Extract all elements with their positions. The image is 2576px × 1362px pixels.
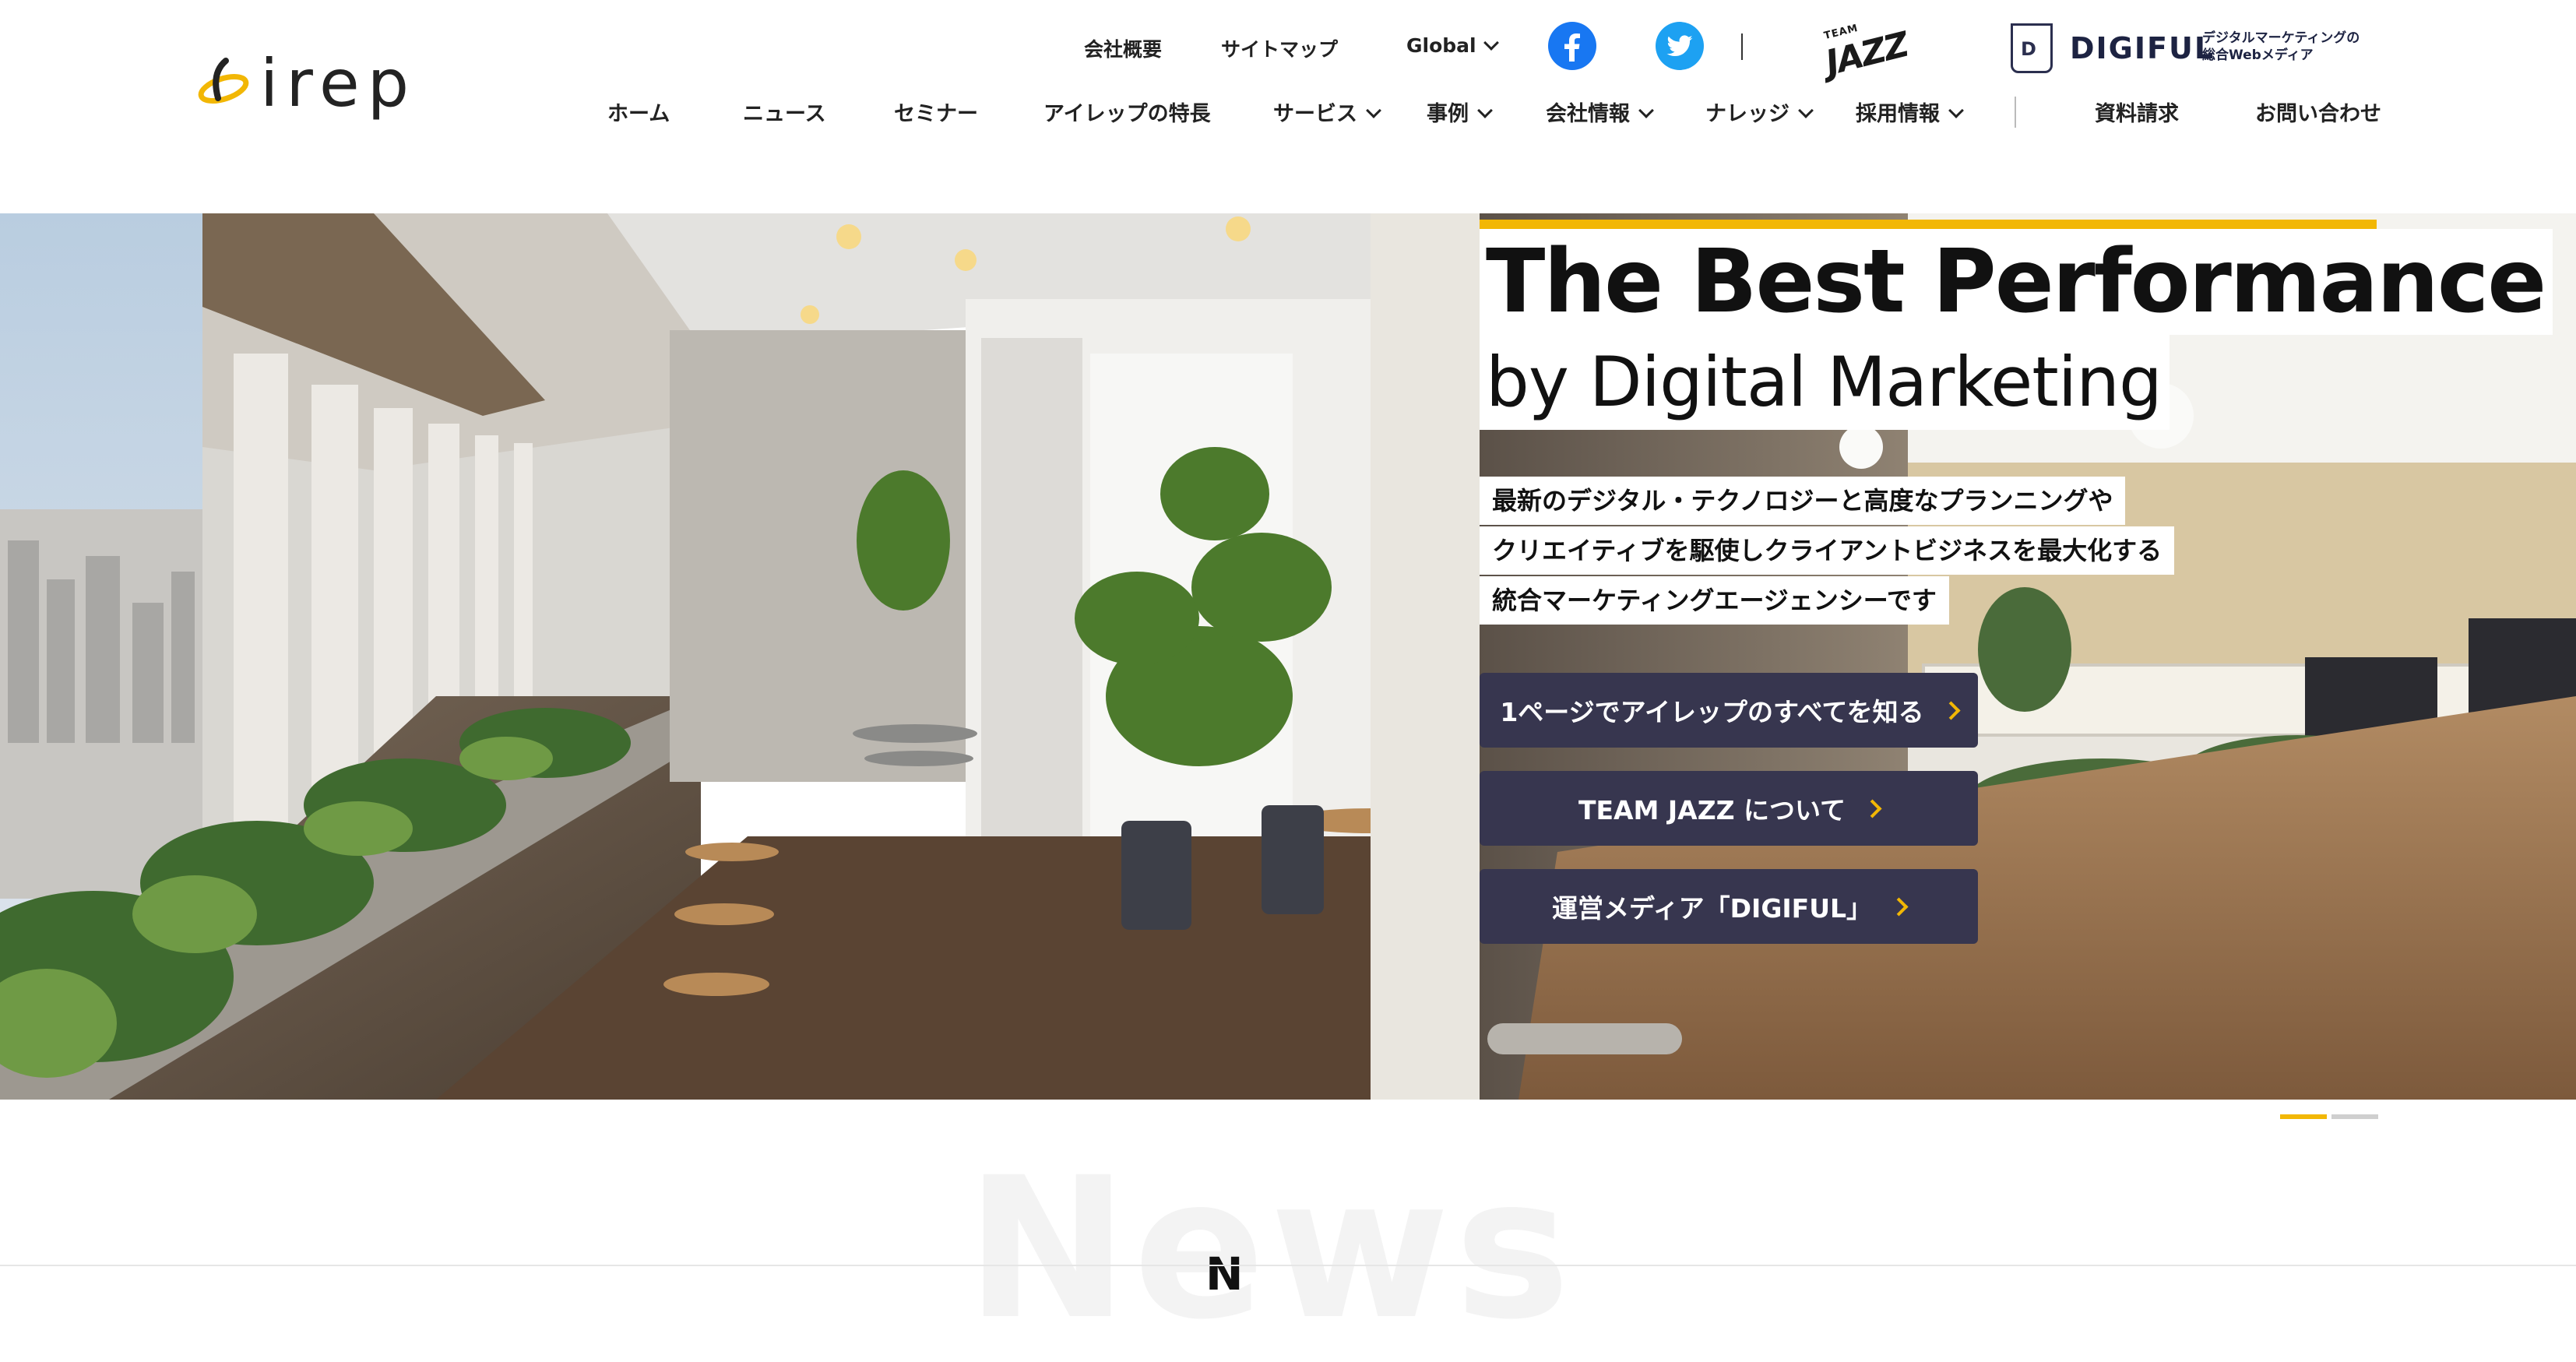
cta-digiful-label: 運営メディア「DIGIFUL」: [1551, 893, 1873, 924]
global-label: Global: [1406, 34, 1476, 57]
hero-headline: The Best Performance: [1480, 229, 2553, 335]
hero-subheadline: by Digital Marketing: [1480, 335, 2170, 430]
nav-item-home[interactable]: ホーム: [607, 97, 670, 127]
hero-lead-line-3: 統合マーケティングエージェンシーです: [1480, 576, 1949, 625]
chevron-right-icon: [1863, 798, 1882, 818]
nav-divider: [2015, 97, 2016, 128]
nav-label-knowledge: ナレッジ: [1705, 102, 1789, 126]
headline-accent-bar: [1480, 220, 2377, 229]
digiful-tagline-1: デジタルマーケティングの: [2202, 30, 2360, 46]
facebook-icon[interactable]: [1548, 22, 1596, 70]
cta-digiful-button[interactable]: 運営メディア「DIGIFUL」: [1480, 869, 1978, 944]
chevron-down-icon: [1638, 103, 1654, 118]
nav-item-features[interactable]: アイレップの特長: [1043, 97, 1211, 127]
chevron-down-icon: [1366, 103, 1381, 118]
util-link-sitemap[interactable]: サイトマップ: [1221, 34, 1338, 62]
util-link-company[interactable]: 会社概要: [1084, 34, 1162, 62]
digiful-wordmark: DIGIFUL: [2070, 31, 2215, 65]
team-jazz-logo[interactable]: TEAM JAZZ: [1821, 23, 1911, 83]
carousel-indicator[interactable]: [2331, 1114, 2378, 1119]
facebook-glyph: [1564, 33, 1580, 62]
nav-label-service: サービス: [1273, 102, 1357, 126]
nav-item-company[interactable]: 会社情報: [1546, 97, 1654, 127]
header-divider: [1741, 33, 1743, 60]
nav-item-recruit[interactable]: 採用情報: [1856, 97, 1964, 127]
twitter-icon[interactable]: [1656, 22, 1704, 70]
cta-about-irep-button[interactable]: 1ページでアイレップのすべてを知る: [1480, 673, 1978, 748]
irep-logo-mark: [198, 58, 249, 104]
digiful-logo[interactable]: D DIGIFUL: [2011, 23, 2215, 73]
chevron-down-icon: [1948, 103, 1964, 118]
nav-item-request-docs[interactable]: 資料請求: [2095, 97, 2179, 127]
chevron-down-icon: [1798, 103, 1814, 118]
nav-item-news[interactable]: ニュース: [743, 97, 826, 127]
chevron-down-icon: [1483, 35, 1499, 51]
carousel-indicator-active[interactable]: [2280, 1114, 2327, 1119]
news-section-title: N: [1205, 1248, 1244, 1300]
cta-team-jazz-label: TEAM JAZZ について: [1578, 795, 1846, 825]
hero-image: [0, 213, 2576, 1100]
nav-item-service[interactable]: サービス: [1273, 97, 1381, 127]
digiful-badge-letter: D: [2021, 38, 2036, 60]
nav-item-contact[interactable]: お問い合わせ: [2255, 97, 2381, 127]
irep-logo[interactable]: irep: [195, 48, 417, 118]
office-photo-illustration: [0, 213, 2576, 1100]
cta-about-irep-label: 1ページでアイレップのすべてを知る: [1500, 697, 1924, 727]
cta-team-jazz-button[interactable]: TEAM JAZZ について: [1480, 771, 1978, 846]
section-divider: [0, 1265, 2576, 1266]
nav-label-company: 会社情報: [1546, 102, 1630, 126]
hero-lead-line-1: 最新のデジタル・テクノロジーと高度なプランニングや: [1480, 477, 2126, 525]
nav-label-recruit: 採用情報: [1856, 102, 1940, 126]
digiful-tagline-2: 総合Webメディア: [2202, 48, 2314, 63]
nav-label-cases: 事例: [1427, 102, 1469, 126]
nav-item-cases[interactable]: 事例: [1427, 97, 1493, 127]
digiful-tagline: デジタルマーケティングの 総合Webメディア: [2202, 30, 2374, 64]
global-dropdown[interactable]: Global: [1406, 34, 1499, 57]
chevron-down-icon: [1477, 103, 1493, 118]
twitter-glyph: [1666, 35, 1693, 57]
nav-item-knowledge[interactable]: ナレッジ: [1705, 97, 1814, 127]
chevron-right-icon: [1941, 700, 1961, 720]
nav-item-seminar[interactable]: セミナー: [894, 97, 978, 127]
logo-wordmark: irep: [260, 45, 417, 121]
news-section-bg-title: News: [966, 1135, 1575, 1362]
chevron-right-icon: [1889, 896, 1909, 917]
hero-lead-line-2: クリエイティブを駆使しクライアントビジネスを最大化する: [1480, 526, 2175, 575]
digiful-badge-icon: D: [2011, 23, 2053, 73]
